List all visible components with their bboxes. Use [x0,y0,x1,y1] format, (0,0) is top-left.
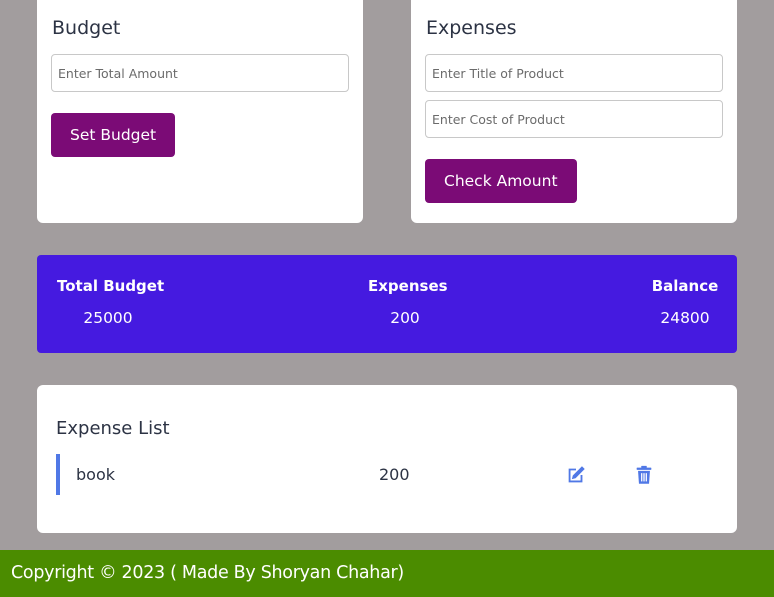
expense-item-name: book [76,465,115,484]
total-budget-value: 25000 [83,309,133,327]
budget-title: Budget [52,17,121,39]
expenses-value: 200 [390,309,420,327]
product-title-input[interactable] [425,54,723,92]
set-budget-button[interactable]: Set Budget [51,113,176,157]
expense-list-card: Expense List book 200 [37,385,737,533]
balance-value: 24800 [660,309,710,327]
edit-icon[interactable] [565,464,587,486]
expenses-label: Expenses [368,277,448,295]
balance-column: Balance 24800 [651,277,719,327]
trash-icon[interactable] [633,464,655,486]
total-budget-column: Total Budget 25000 [57,277,165,327]
summary-panel: Total Budget 25000 Expenses 200 Balance … [37,255,737,353]
total-amount-input[interactable] [51,54,349,92]
copyright-text: Copyright © 2023 ( Made By Shoryan Chaha… [11,563,404,583]
expenses-card: Expenses Check Amount [411,0,737,223]
balance-label: Balance [651,277,719,295]
total-budget-label: Total Budget [57,277,165,295]
expense-list-title: Expense List [56,418,170,439]
list-item: book 200 [56,454,716,495]
product-cost-input[interactable] [425,100,723,138]
expenses-title: Expenses [426,17,517,39]
check-amount-button[interactable]: Check Amount [425,159,577,203]
budget-card: Budget Set Budget [37,0,363,223]
expense-item-amount: 200 [379,465,410,484]
footer: Copyright © 2023 ( Made By Shoryan Chaha… [0,550,774,597]
expenses-column: Expenses 200 [368,277,448,327]
